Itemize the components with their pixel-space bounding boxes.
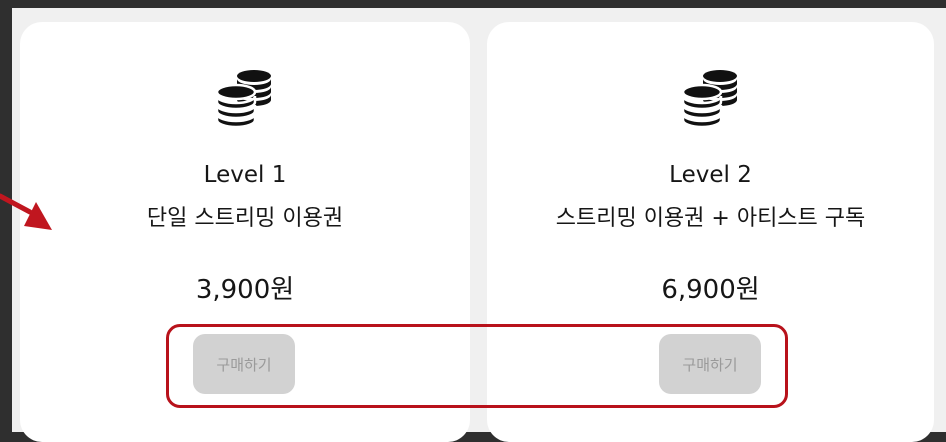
buy-button-level-1[interactable]: 구매하기: [193, 334, 295, 394]
plan-card-level-1: Level 1 단일 스트리밍 이용권 3,900원 구매하기: [20, 22, 470, 442]
plan-description: 단일 스트리밍 이용권: [146, 206, 344, 231]
plan-price: 6,900원: [661, 275, 760, 305]
plan-price: 3,900원: [195, 275, 295, 305]
buy-button-level-2[interactable]: 구매하기: [659, 334, 761, 394]
plan-card-level-2: Level 2 스트리밍 이용권 + 아티스트 구독 6,900원 구매하기: [487, 22, 934, 442]
coins-stack-icon: [215, 70, 271, 128]
plan-level: Level 2: [669, 162, 752, 188]
plan-level: Level 1: [203, 162, 287, 188]
plan-description: 스트리밍 이용권 + 아티스트 구독: [555, 206, 866, 231]
coins-stack-icon: [681, 70, 737, 128]
annotation-arrow-icon: [0, 193, 52, 230]
